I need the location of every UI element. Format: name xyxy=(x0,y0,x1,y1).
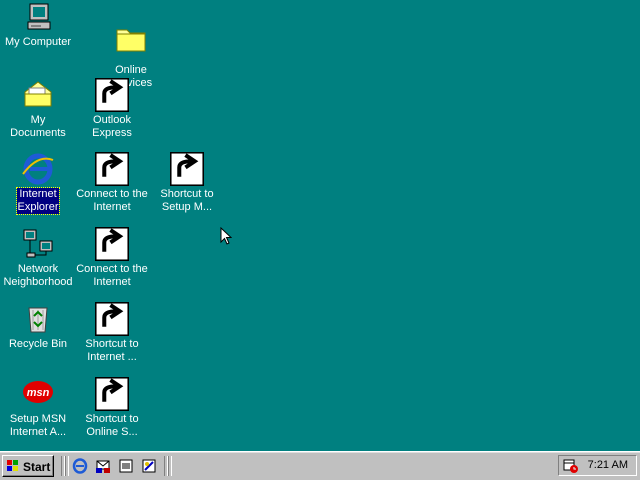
recycle-bin-icon[interactable]: Recycle Bin xyxy=(1,302,75,351)
icon-label: My Documents xyxy=(10,114,66,139)
outlook-quicklaunch-icon[interactable] xyxy=(95,458,111,474)
shortcut-internet-icon[interactable]: Shortcut to Internet ... xyxy=(75,302,149,364)
connect-to-internet-icon[interactable]: Connect to the Internet xyxy=(75,152,149,214)
network-neighborhood-icon[interactable]: Network Neighborhood xyxy=(1,227,75,289)
taskbar-separator xyxy=(168,456,172,476)
folder-icon xyxy=(114,22,148,56)
ie-logo-icon xyxy=(21,152,55,186)
desktop[interactable]: My Computer Online Services My Documents… xyxy=(0,0,640,452)
icon-label: Outlook Express xyxy=(92,114,132,139)
icon-label: Connect to the Internet xyxy=(76,188,148,213)
icon-label: Internet Explorer xyxy=(15,187,61,215)
connect-to-internet-icon-2[interactable]: Connect to the Internet xyxy=(75,227,149,289)
icon-label: Recycle Bin xyxy=(8,338,68,350)
start-button[interactable]: Start xyxy=(2,455,54,477)
channels-icon[interactable] xyxy=(141,458,157,474)
my-documents-icon[interactable]: My Documents xyxy=(1,78,75,140)
connection-wizard-icon xyxy=(95,152,129,186)
icon-label: Setup MSN Internet A... xyxy=(9,413,67,438)
taskbar-separator xyxy=(65,456,69,476)
scheduler-tray-icon[interactable] xyxy=(563,458,579,474)
clock[interactable]: 7:21 AM xyxy=(588,459,628,471)
icon-label: Shortcut to Internet ... xyxy=(85,338,139,363)
windows-logo-icon xyxy=(7,460,18,471)
taskbar: Start 7:21 AM xyxy=(0,451,640,480)
shortcut-arrow-icon xyxy=(95,227,129,261)
shortcut-arrow-icon xyxy=(170,152,204,186)
connection-wizard-icon xyxy=(95,227,129,261)
folder-icon xyxy=(95,377,129,411)
my-computer-icon[interactable]: My Computer xyxy=(1,2,75,49)
internet-explorer-icon[interactable]: Internet Explorer xyxy=(1,152,75,215)
shortcut-arrow-icon xyxy=(95,78,129,112)
shortcut-arrow-icon xyxy=(95,302,129,336)
icon-label: Network Neighborhood xyxy=(3,263,73,288)
show-desktop-icon[interactable] xyxy=(118,458,134,474)
icon-label: My Computer xyxy=(4,36,72,48)
svg-text:msn: msn xyxy=(27,387,50,399)
mail-icon xyxy=(95,78,129,112)
mouse-pointer-icon xyxy=(220,227,232,245)
msn-logo-icon: msn xyxy=(170,152,204,186)
trash-icon xyxy=(21,302,55,336)
icon-label: Shortcut to Online S... xyxy=(85,413,139,438)
shortcut-setup-msn-icon[interactable]: msn Shortcut to Setup M... xyxy=(150,152,224,214)
icon-label: Shortcut to Setup M... xyxy=(160,188,214,213)
icon-label: Connect to the Internet xyxy=(76,263,148,288)
shortcut-online-services-icon[interactable]: Shortcut to Online S... xyxy=(75,377,149,439)
ie-logo-icon xyxy=(95,302,129,336)
shortcut-arrow-icon xyxy=(95,377,129,411)
shortcut-arrow-icon xyxy=(95,152,129,186)
msn-logo-icon: msn xyxy=(21,377,55,411)
setup-msn-icon[interactable]: msn Setup MSN Internet A... xyxy=(1,377,75,439)
outlook-express-icon[interactable]: Outlook Express xyxy=(75,78,149,140)
network-icon xyxy=(21,227,55,261)
system-tray: 7:21 AM xyxy=(558,455,637,476)
ie-quicklaunch-icon[interactable] xyxy=(72,458,88,474)
documents-folder-icon xyxy=(21,78,55,112)
computer-icon xyxy=(21,2,55,34)
start-label: Start xyxy=(23,460,51,474)
